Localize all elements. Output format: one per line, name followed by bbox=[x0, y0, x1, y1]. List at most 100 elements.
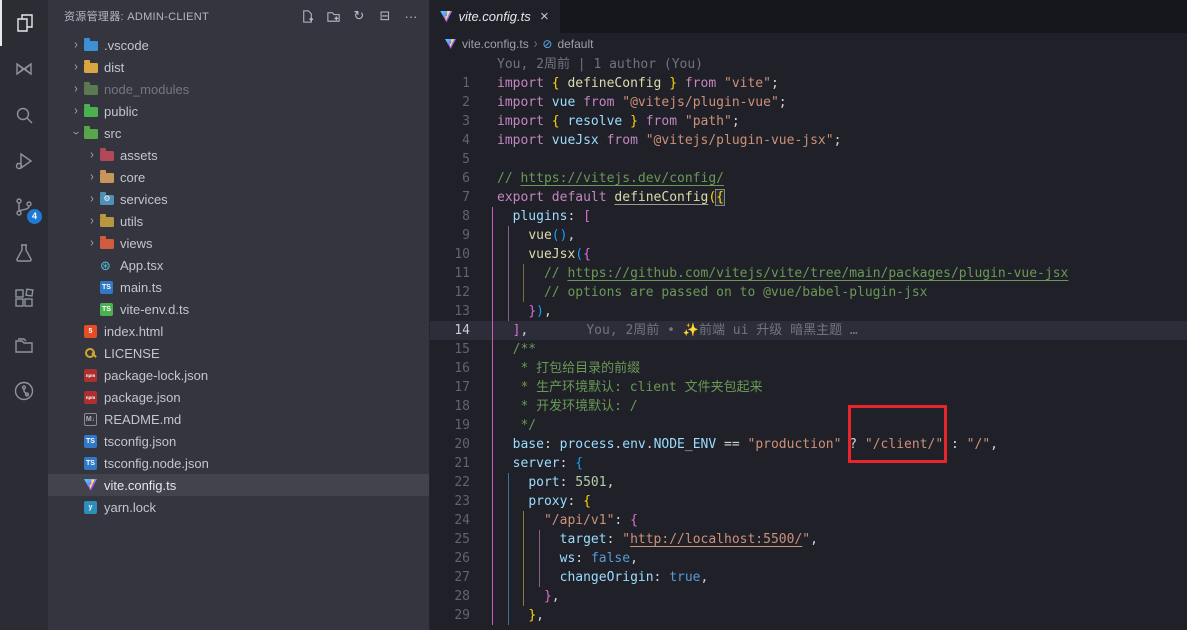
extensions-icon[interactable] bbox=[0, 276, 48, 322]
run-debug-icon[interactable] bbox=[0, 138, 48, 184]
code-editor[interactable]: You, 2周前 | 1 author (You)1import { defin… bbox=[430, 55, 1187, 630]
file-explorer-icon[interactable] bbox=[0, 322, 48, 368]
code-line-22[interactable]: 22 port: 5501, bbox=[430, 473, 1187, 492]
code-line-8[interactable]: 8 plugins: [ bbox=[430, 207, 1187, 226]
tree-item-dist[interactable]: ›dist bbox=[48, 56, 429, 78]
indent-guide bbox=[508, 473, 509, 492]
indent-guide bbox=[523, 283, 524, 302]
code-line-29[interactable]: 29 }, bbox=[430, 606, 1187, 625]
explorer-icon[interactable] bbox=[0, 0, 48, 46]
code-line-10[interactable]: 10 vueJsx({ bbox=[430, 245, 1187, 264]
collapse-all-icon[interactable]: ⊟ bbox=[375, 6, 395, 26]
source-control-icon[interactable]: 4 bbox=[0, 184, 48, 230]
tree-item-vite-env-d-ts[interactable]: TSvite-env.d.ts bbox=[48, 298, 429, 320]
tree-item-vite-config-ts[interactable]: vite.config.ts bbox=[48, 474, 429, 496]
indent-guide bbox=[492, 530, 493, 549]
explorer-header: 资源管理器: ADMIN-CLIENT ↻ ⊟ ··· bbox=[48, 0, 429, 32]
code-line-13[interactable]: 13 }), bbox=[430, 302, 1187, 321]
code-line-26[interactable]: 26 ws: false, bbox=[430, 549, 1187, 568]
chevron-icon[interactable]: › bbox=[84, 192, 100, 206]
code-line-24[interactable]: 24 "/api/v1": { bbox=[430, 511, 1187, 530]
code-line-20[interactable]: 20 base: process.env.NODE_ENV == "produc… bbox=[430, 435, 1187, 454]
tree-item-tsconfig-node-json[interactable]: TStsconfig.node.json bbox=[48, 452, 429, 474]
code-line-23[interactable]: 23 proxy: { bbox=[430, 492, 1187, 511]
chevron-icon[interactable]: › bbox=[84, 214, 100, 228]
tab-close-icon[interactable]: × bbox=[537, 8, 552, 25]
code-token bbox=[677, 114, 685, 129]
tree-item-tsconfig-json[interactable]: TStsconfig.json bbox=[48, 430, 429, 452]
key-icon bbox=[84, 347, 102, 360]
tab-vite-config[interactable]: vite.config.ts × bbox=[430, 0, 560, 33]
git-graph-icon[interactable] bbox=[0, 368, 48, 414]
file-type-icon: TS bbox=[100, 303, 118, 316]
code-line-5[interactable]: 5 bbox=[430, 150, 1187, 169]
code-line-4[interactable]: 4import vueJsx from "@vitejs/plugin-vue-… bbox=[430, 131, 1187, 150]
tree-item-src[interactable]: ›src bbox=[48, 122, 429, 144]
code-line-28[interactable]: 28 }, bbox=[430, 587, 1187, 606]
refresh-icon[interactable]: ↻ bbox=[349, 6, 369, 26]
code-token: * 打包给目录的前缀 bbox=[497, 361, 640, 376]
tree-item-public[interactable]: ›public bbox=[48, 100, 429, 122]
code-line-16[interactable]: 16 * 打包给目录的前缀 bbox=[430, 359, 1187, 378]
code-line-11[interactable]: 11 // https://github.com/vitejs/vite/tre… bbox=[430, 264, 1187, 283]
code-line-14[interactable]: 14 ],You, 2周前 • ✨前端 ui 升级 暗黑主题 … bbox=[430, 321, 1187, 340]
chevron-icon[interactable]: › bbox=[84, 236, 100, 250]
chevron-icon[interactable]: › bbox=[68, 38, 84, 52]
chevron-icon[interactable]: › bbox=[69, 125, 83, 141]
code-line-1[interactable]: 1import { defineConfig } from "vite"; bbox=[430, 74, 1187, 93]
code-line-19[interactable]: 19 */ bbox=[430, 416, 1187, 435]
tree-item-package-json[interactable]: npmpackage.json bbox=[48, 386, 429, 408]
indent-guide bbox=[508, 511, 509, 530]
code-line-21[interactable]: 21 server: { bbox=[430, 454, 1187, 473]
tree-item--vscode[interactable]: ›.vscode bbox=[48, 34, 429, 56]
breadcrumb-file[interactable]: vite.config.ts bbox=[462, 37, 529, 51]
chevron-icon[interactable]: › bbox=[84, 148, 100, 162]
indent-guide bbox=[508, 264, 509, 283]
tree-item-main-ts[interactable]: TSmain.ts bbox=[48, 276, 429, 298]
chevron-icon[interactable]: › bbox=[84, 170, 100, 184]
indent-guide bbox=[492, 473, 493, 492]
code-line-7[interactable]: 7export default defineConfig({ bbox=[430, 188, 1187, 207]
tree-item-yarn-lock[interactable]: yyarn.lock bbox=[48, 496, 429, 518]
chevron-icon[interactable]: › bbox=[68, 104, 84, 118]
code-line-2[interactable]: 2import vue from "@vitejs/plugin-vue"; bbox=[430, 93, 1187, 112]
tree-item-package-lock-json[interactable]: npmpackage-lock.json bbox=[48, 364, 429, 386]
tree-item-app-tsx[interactable]: ⊛App.tsx bbox=[48, 254, 429, 276]
indent-guide bbox=[492, 587, 493, 606]
code-line-9[interactable]: 9 vue(), bbox=[430, 226, 1187, 245]
code-token: { bbox=[583, 247, 591, 262]
tree-item-core[interactable]: ›core bbox=[48, 166, 429, 188]
code-token: , bbox=[630, 551, 638, 566]
line-number: 14 bbox=[430, 321, 470, 340]
breadcrumb-symbol[interactable]: default bbox=[557, 37, 593, 51]
tree-item-node-modules[interactable]: ›node_modules bbox=[48, 78, 429, 100]
tree-item-readme-md[interactable]: M↓README.md bbox=[48, 408, 429, 430]
code-line-27[interactable]: 27 changeOrigin: true, bbox=[430, 568, 1187, 587]
code-token bbox=[544, 114, 552, 129]
chevron-icon[interactable]: › bbox=[68, 60, 84, 74]
new-file-icon[interactable] bbox=[297, 6, 317, 26]
code-token: vueJsx bbox=[552, 133, 599, 148]
vs-logo-icon[interactable] bbox=[0, 46, 48, 92]
more-actions-icon[interactable]: ··· bbox=[401, 6, 421, 26]
code-token bbox=[497, 304, 528, 319]
new-folder-icon[interactable] bbox=[323, 6, 343, 26]
code-line-18[interactable]: 18 * 开发环境默认: / bbox=[430, 397, 1187, 416]
tree-item-services[interactable]: ›⚙services bbox=[48, 188, 429, 210]
code-line-6[interactable]: 6// https://vitejs.dev/config/ bbox=[430, 169, 1187, 188]
tree-item-utils[interactable]: ›utils bbox=[48, 210, 429, 232]
code-line-17[interactable]: 17 * 生产环境默认: client 文件夹包起来 bbox=[430, 378, 1187, 397]
tree-item-license[interactable]: LICENSE bbox=[48, 342, 429, 364]
search-icon[interactable] bbox=[0, 92, 48, 138]
chevron-icon[interactable]: › bbox=[68, 82, 84, 96]
code-line-3[interactable]: 3import { resolve } from "path"; bbox=[430, 112, 1187, 131]
code-line-12[interactable]: 12 // options are passed on to @vue/babe… bbox=[430, 283, 1187, 302]
tree-item-assets[interactable]: ›assets bbox=[48, 144, 429, 166]
testing-icon[interactable] bbox=[0, 230, 48, 276]
tree-item-views[interactable]: ›views bbox=[48, 232, 429, 254]
tree-item-index-html[interactable]: 5index.html bbox=[48, 320, 429, 342]
code-line-15[interactable]: 15 /** bbox=[430, 340, 1187, 359]
code-line-25[interactable]: 25 target: "http://localhost:5500/", bbox=[430, 530, 1187, 549]
folder-icon bbox=[84, 39, 102, 51]
indent-guide bbox=[523, 511, 524, 530]
